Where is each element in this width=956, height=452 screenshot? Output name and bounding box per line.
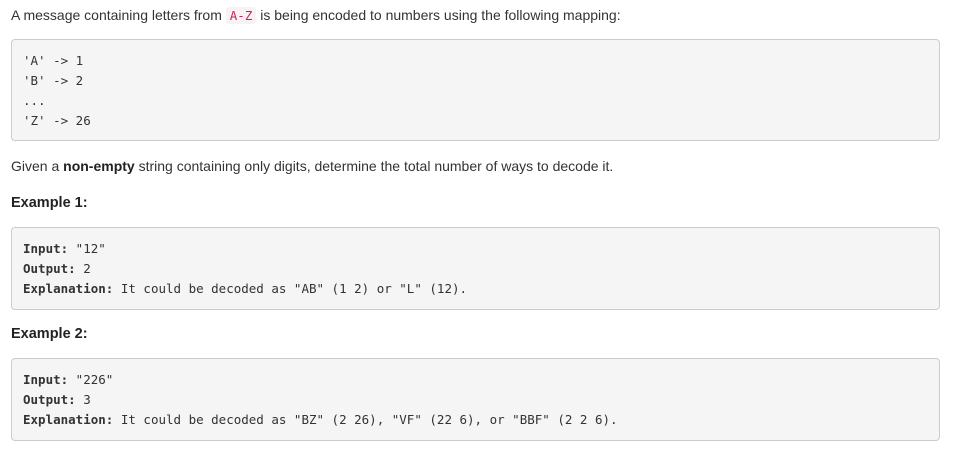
example-input-line: Input: "226" (23, 372, 113, 388)
input-label: Input: (23, 241, 69, 256)
task-prefix: Given a (11, 158, 64, 174)
example-explanation-line: Explanation: It could be decoded as "BZ"… (23, 412, 618, 428)
example-2-code-block: Input: "226" Output: 3 Explanation: It c… (11, 358, 940, 441)
inline-code-range: A-Z (225, 7, 257, 24)
mapping-line: 'B' -> 2 (23, 73, 84, 88)
example-1-heading: Example 1: (11, 195, 88, 211)
explanation-value: It could be decoded as "AB" (1 2) or "L"… (113, 281, 468, 296)
intro-prefix: A message containing letters from (11, 7, 226, 23)
input-value: "12" (68, 241, 106, 256)
example-input-line: Input: "12" (23, 241, 106, 257)
example-explanation-line: Explanation: It could be decoded as "AB"… (23, 281, 467, 297)
output-value: 3 (75, 392, 91, 407)
mapping-line: 'Z' -> 26 (23, 113, 91, 128)
example-2-heading: Example 2: (11, 326, 88, 342)
input-label: Input: (23, 372, 69, 387)
intro-paragraph: A message containing letters from A-Z is… (11, 5, 621, 26)
explanation-label: Explanation: (23, 281, 114, 296)
intro-suffix: is being encoded to numbers using the fo… (256, 7, 621, 23)
output-value: 2 (75, 261, 91, 276)
example-output-line: Output: 3 (23, 392, 91, 408)
task-suffix: string containing only digits, determine… (134, 158, 614, 174)
task-paragraph: Given a non-empty string containing only… (11, 156, 613, 176)
explanation-value: It could be decoded as "BZ" (2 26), "VF"… (113, 412, 618, 427)
input-value: "226" (68, 372, 114, 387)
output-label: Output: (23, 261, 76, 276)
example-1-code-block: Input: "12" Output: 2 Explanation: It co… (11, 227, 940, 310)
mapping-ellipsis: ... (23, 93, 46, 108)
explanation-label: Explanation: (23, 412, 114, 427)
mapping-line: 'A' -> 1 (23, 53, 84, 68)
example-output-line: Output: 2 (23, 261, 91, 277)
task-emphasis: non-empty (63, 158, 135, 174)
output-label: Output: (23, 392, 76, 407)
mapping-code-block: 'A' -> 1 'B' -> 2 ... 'Z' -> 26 (11, 39, 940, 141)
